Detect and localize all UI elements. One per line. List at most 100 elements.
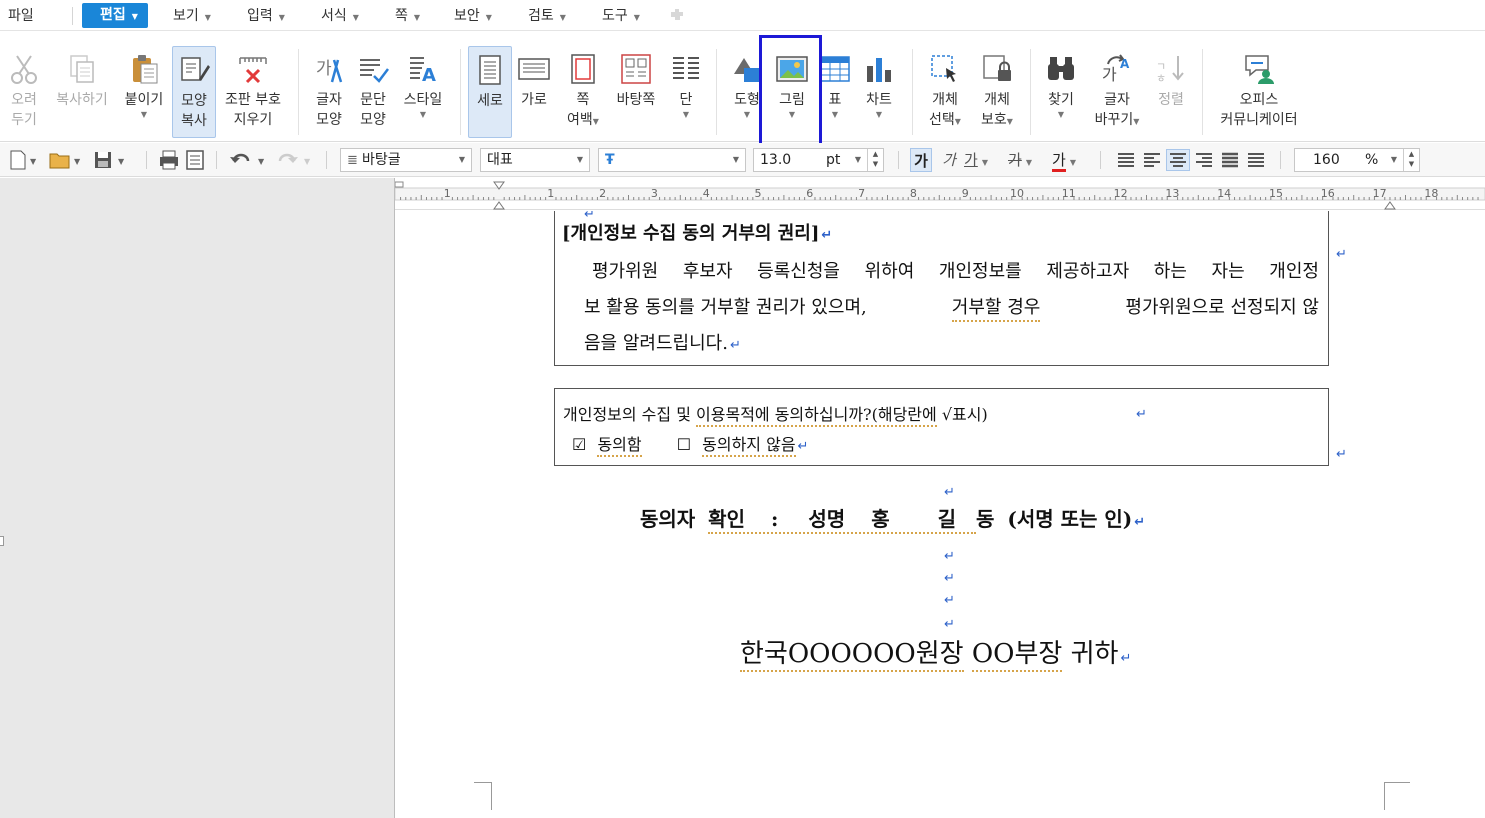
- protect-object-label-2-text: 보호: [981, 112, 1007, 128]
- ruler-ticks: 1 1 2 3 4 5 6 7 8 9 10 11 12 13 14 15 16 17 18: [395, 181, 1485, 210]
- cut-button[interactable]: 오려 두기: [4, 46, 44, 138]
- page-margin-button[interactable]: 쪽 여백▼: [560, 46, 606, 138]
- copy-button[interactable]: 복사하기: [50, 46, 114, 138]
- ribbon: 오려 두기 복사하기 붙이기 ▼ 모양 복사 조판 부호 지우기 가 글자 모양…: [0, 31, 1485, 142]
- format-copy-button[interactable]: 모양 복사: [172, 46, 216, 138]
- menu-edit[interactable]: 편집 ▼: [82, 3, 148, 28]
- menu-format[interactable]: 서식 ▼: [321, 5, 359, 27]
- font-select[interactable]: Ŧ ▼: [598, 148, 746, 172]
- underline-button[interactable]: 가 ▼: [964, 148, 998, 172]
- preview-button[interactable]: [184, 149, 206, 171]
- font-size-input[interactable]: 13.0 pt ▼ ▲ ▼: [753, 148, 884, 172]
- align-justify-button[interactable]: [1116, 149, 1136, 171]
- replace-button[interactable]: 가A 글자 바꾸기▼: [1088, 46, 1146, 138]
- find-button[interactable]: 찾기 ▼: [1040, 46, 1082, 138]
- clear-codes-label-2: 지우기: [233, 112, 273, 128]
- chevron-down-icon: ▼: [1390, 155, 1397, 164]
- style-select[interactable]: ≣ 바탕글 ▼: [340, 148, 472, 172]
- chevron-down-icon: ▼: [732, 155, 739, 164]
- page-margin-icon: [571, 54, 595, 84]
- print-button[interactable]: [158, 149, 180, 171]
- consent-signature-line: 동의자 확인: 성명 홍 길 동 (서명 또는 인) ↵: [640, 503, 1145, 534]
- zoom-input[interactable]: 160 % ▼ ▲ ▼: [1294, 148, 1420, 172]
- align-right-button[interactable]: [1194, 149, 1214, 171]
- menu-insert[interactable]: 입력 ▼: [247, 5, 285, 27]
- ribbon-separator: [298, 49, 299, 135]
- para-line-3: 음을 알려드립니다. ↵: [584, 329, 741, 355]
- table-button[interactable]: 표 ▼: [816, 46, 854, 138]
- left-margin-pane: [0, 178, 395, 818]
- document-page[interactable]: ↵ [개인정보 수집 동의 거부의 권리] ↵ ↵ 평가위원 후보자 등록신청을 …: [396, 211, 1485, 818]
- open-folder-button[interactable]: ▼: [48, 149, 84, 171]
- section-title-text: [개인정보 수집 동의 거부의 권리]: [562, 223, 820, 244]
- text-color-button[interactable]: 가 ▼: [1052, 148, 1088, 172]
- ruler-number: 1: [444, 187, 451, 200]
- paste-button[interactable]: 붙이기 ▼: [120, 46, 168, 138]
- scissors-icon: [11, 55, 37, 84]
- ruler-number: 6: [806, 187, 813, 200]
- para-shape-button[interactable]: 문단 모양: [352, 46, 394, 138]
- tab-stop-marker[interactable]: [395, 181, 404, 188]
- addressee-a: 한국OOOOOO원장: [740, 639, 964, 672]
- consent-b: 확인: [708, 507, 745, 531]
- page-margin-label-1: 쪽: [576, 92, 590, 108]
- align-center-button[interactable]: [1166, 149, 1190, 171]
- menu-file[interactable]: 파일: [8, 5, 34, 27]
- svg-text:A: A: [422, 65, 436, 86]
- landscape-button[interactable]: 가로: [514, 46, 554, 138]
- puzzle-icon[interactable]: [668, 6, 686, 28]
- agree-label: 동의함: [597, 435, 642, 457]
- para-line-2a: 보 활용 동의를 거부할 권리가 있으며,: [584, 297, 867, 318]
- agree-checkbox[interactable]: ☑: [572, 435, 586, 454]
- columns-button[interactable]: 단 ▼: [666, 46, 706, 138]
- language-select[interactable]: 대표 ▼: [480, 148, 590, 172]
- disagree-checkbox[interactable]: ☐: [677, 435, 691, 454]
- format-toolbar: ▼ ▼ ▼ ▼ ▼ ≣ 바탕글 ▼ 대표 ▼ Ŧ ▼ 13.0 pt ▼ ▲ ▼ 가 가…: [0, 143, 1485, 177]
- horizontal-ruler[interactable]: 1 1 2 3 4 5 6 7 8 9 10 11 12 13 14 15 16 17 18: [395, 178, 1485, 210]
- chevron-down-icon: ▼: [1025, 158, 1032, 167]
- save-button[interactable]: ▼: [92, 149, 128, 171]
- underline-glyph: 가: [964, 151, 978, 169]
- italic-button[interactable]: 가: [938, 148, 960, 172]
- background-page-button[interactable]: 바탕쪽: [612, 46, 660, 138]
- align-distribute-button[interactable]: [1220, 149, 1240, 171]
- chart-button[interactable]: 차트 ▼: [858, 46, 900, 138]
- new-document-button[interactable]: ▼: [8, 149, 40, 171]
- shapes-icon: [734, 58, 760, 82]
- menu-tools[interactable]: 도구 ▼: [602, 5, 640, 27]
- align-left-button[interactable]: [1142, 149, 1162, 171]
- menu-page[interactable]: 쪽 ▼: [395, 5, 420, 27]
- clear-codes-button[interactable]: 조판 부호 지우기: [220, 46, 286, 138]
- zoom-stepper[interactable]: ▲ ▼: [1403, 149, 1419, 171]
- chevron-down-icon: ▼: [854, 155, 861, 164]
- redo-button[interactable]: ▼: [274, 149, 314, 171]
- ruler-number: 17: [1373, 187, 1387, 200]
- menu-view[interactable]: 보기 ▼: [173, 5, 211, 27]
- portrait-button[interactable]: 세로: [468, 46, 512, 138]
- menu-security[interactable]: 보안 ▼: [454, 5, 492, 27]
- size-stepper[interactable]: ▲ ▼: [867, 149, 883, 171]
- clear-codes-label-1: 조판 부호: [225, 92, 281, 108]
- menu-view-label: 보기: [173, 8, 199, 24]
- style-button[interactable]: A 스타일 ▼: [398, 46, 448, 138]
- bold-button[interactable]: 가: [910, 148, 932, 172]
- right-indent-marker[interactable]: [1383, 201, 1396, 210]
- ruler-number: 7: [858, 187, 865, 200]
- left-indent-marker[interactable]: [493, 201, 505, 210]
- select-object-button[interactable]: 개체 선택▼: [922, 46, 968, 138]
- strikethrough-button[interactable]: 가 ▼: [1008, 148, 1044, 172]
- menu-review[interactable]: 검토 ▼: [528, 5, 566, 27]
- para-shape-label-1: 문단: [360, 92, 386, 108]
- svg-text:가: 가: [1102, 65, 1117, 84]
- picture-icon: [776, 56, 808, 82]
- office-communicator-button[interactable]: 오피스 커뮤니케이터: [1212, 46, 1306, 138]
- align-split-button[interactable]: [1246, 149, 1266, 171]
- language-select-value: 대표: [487, 152, 513, 168]
- shape-button[interactable]: 도형 ▼: [726, 46, 768, 138]
- protect-object-button[interactable]: 개체 보호▼: [974, 46, 1020, 138]
- svg-text:▼: ▼: [304, 157, 311, 166]
- sort-button[interactable]: ㄱㅎ 정렬: [1150, 46, 1192, 138]
- undo-button[interactable]: ▼: [228, 149, 268, 171]
- char-shape-button[interactable]: 가 글자 모양: [308, 46, 350, 138]
- picture-button[interactable]: 그림 ▼: [770, 46, 814, 138]
